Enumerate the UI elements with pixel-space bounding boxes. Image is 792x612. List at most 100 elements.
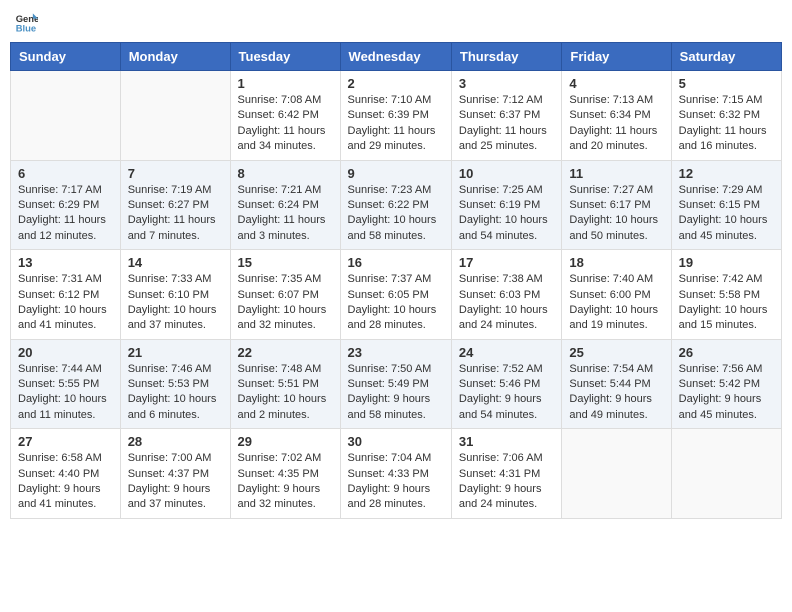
calendar-cell: 11 Sunrise: 7:27 AMSunset: 6:17 PMDayligh… <box>562 160 671 250</box>
day-number: 20 <box>18 345 113 360</box>
column-header-monday: Monday <box>120 43 230 71</box>
day-info: Sunrise: 7:54 AMSunset: 5:44 PMDaylight:… <box>569 362 663 424</box>
calendar-cell <box>671 429 781 519</box>
calendar-cell: 7 Sunrise: 7:19 AMSunset: 6:27 PMDaylight… <box>120 160 230 250</box>
day-number: 17 <box>459 255 554 270</box>
calendar-cell: 30 Sunrise: 7:04 AMSunset: 4:33 PMDayligh… <box>340 429 451 519</box>
day-info: Sunrise: 7:50 AMSunset: 5:49 PMDaylight:… <box>348 362 444 424</box>
calendar-table: SundayMondayTuesdayWednesdayThursdayFrid… <box>10 42 782 519</box>
day-info: Sunrise: 7:06 AMSunset: 4:31 PMDaylight:… <box>459 451 554 513</box>
calendar-cell: 26 Sunrise: 7:56 AMSunset: 5:42 PMDayligh… <box>671 339 781 429</box>
day-number: 10 <box>459 166 554 181</box>
day-number: 14 <box>128 255 223 270</box>
day-info: Sunrise: 7:08 AMSunset: 6:42 PMDaylight:… <box>238 93 333 155</box>
calendar-week-3: 13 Sunrise: 7:31 AMSunset: 6:12 PMDayligh… <box>11 250 782 340</box>
calendar-cell: 3 Sunrise: 7:12 AMSunset: 6:37 PMDaylight… <box>451 71 561 161</box>
logo-icon: General Blue <box>14 10 38 34</box>
day-info: Sunrise: 7:31 AMSunset: 6:12 PMDaylight:… <box>18 272 113 334</box>
day-info: Sunrise: 7:52 AMSunset: 5:46 PMDaylight:… <box>459 362 554 424</box>
calendar-cell: 22Sunrise: 7:48 AMSunset: 5:51 PMDayligh… <box>230 339 340 429</box>
column-header-saturday: Saturday <box>671 43 781 71</box>
calendar-cell: 27 Sunrise: 6:58 AMSunset: 4:40 PMDayligh… <box>11 429 121 519</box>
calendar-cell: 20 Sunrise: 7:44 AMSunset: 5:55 PMDayligh… <box>11 339 121 429</box>
column-header-tuesday: Tuesday <box>230 43 340 71</box>
day-number: 16 <box>348 255 444 270</box>
calendar-cell: 25 Sunrise: 7:54 AMSunset: 5:44 PMDayligh… <box>562 339 671 429</box>
calendar-cell: 1 Sunrise: 7:08 AMSunset: 6:42 PMDaylight… <box>230 71 340 161</box>
calendar-cell: 24 Sunrise: 7:52 AMSunset: 5:46 PMDayligh… <box>451 339 561 429</box>
day-number: 24 <box>459 345 554 360</box>
day-info: Sunrise: 7:12 AMSunset: 6:37 PMDaylight:… <box>459 93 554 155</box>
calendar-week-4: 20 Sunrise: 7:44 AMSunset: 5:55 PMDayligh… <box>11 339 782 429</box>
calendar-cell: 12Sunrise: 7:29 AMSunset: 6:15 PMDayligh… <box>671 160 781 250</box>
day-number: 5 <box>679 76 774 91</box>
calendar-cell: 5 Sunrise: 7:15 AMSunset: 6:32 PMDaylight… <box>671 71 781 161</box>
calendar-cell <box>11 71 121 161</box>
day-number: 11 <box>569 166 663 181</box>
day-info: Sunrise: 7:04 AMSunset: 4:33 PMDaylight:… <box>348 451 444 513</box>
day-info: Sunrise: 7:29 AMSunset: 6:15 PMDaylight:… <box>679 183 774 245</box>
calendar-cell: 15 Sunrise: 7:35 AMSunset: 6:07 PMDayligh… <box>230 250 340 340</box>
calendar-cell: 17 Sunrise: 7:38 AMSunset: 6:03 PMDayligh… <box>451 250 561 340</box>
day-number: 25 <box>569 345 663 360</box>
day-number: 3 <box>459 76 554 91</box>
day-info: Sunrise: 7:38 AMSunset: 6:03 PMDaylight:… <box>459 272 554 334</box>
day-number: 4 <box>569 76 663 91</box>
calendar-cell: 6 Sunrise: 7:17 AMSunset: 6:29 PMDaylight… <box>11 160 121 250</box>
calendar-cell <box>120 71 230 161</box>
day-number: 26 <box>679 345 774 360</box>
day-info: Sunrise: 7:25 AMSunset: 6:19 PMDaylight:… <box>459 183 554 245</box>
day-info: Sunrise: 7:27 AMSunset: 6:17 PMDaylight:… <box>569 183 663 245</box>
calendar-cell: 8Sunrise: 7:21 AMSunset: 6:24 PMDaylight… <box>230 160 340 250</box>
day-number: 31 <box>459 434 554 449</box>
day-info: Sunrise: 7:17 AMSunset: 6:29 PMDaylight:… <box>18 183 113 245</box>
day-info: Sunrise: 7:48 AMSunset: 5:51 PMDaylight:… <box>238 362 333 424</box>
day-info: Sunrise: 7:35 AMSunset: 6:07 PMDaylight:… <box>238 272 333 334</box>
day-info: Sunrise: 7:37 AMSunset: 6:05 PMDaylight:… <box>348 272 444 334</box>
day-number: 15 <box>238 255 333 270</box>
day-number: 1 <box>238 76 333 91</box>
day-number: 9 <box>348 166 444 181</box>
day-number: 23 <box>348 345 444 360</box>
day-info: Sunrise: 7:44 AMSunset: 5:55 PMDaylight:… <box>18 362 113 424</box>
calendar-header-row: SundayMondayTuesdayWednesdayThursdayFrid… <box>11 43 782 71</box>
column-header-sunday: Sunday <box>11 43 121 71</box>
day-info: Sunrise: 7:15 AMSunset: 6:32 PMDaylight:… <box>679 93 774 155</box>
day-number: 7 <box>128 166 223 181</box>
column-header-wednesday: Wednesday <box>340 43 451 71</box>
calendar-cell: 29Sunrise: 7:02 AMSunset: 4:35 PMDayligh… <box>230 429 340 519</box>
calendar-week-2: 6 Sunrise: 7:17 AMSunset: 6:29 PMDaylight… <box>11 160 782 250</box>
calendar-cell: 4Sunrise: 7:13 AMSunset: 6:34 PMDaylight… <box>562 71 671 161</box>
day-number: 30 <box>348 434 444 449</box>
calendar-cell: 16 Sunrise: 7:37 AMSunset: 6:05 PMDayligh… <box>340 250 451 340</box>
calendar-cell: 21Sunrise: 7:46 AMSunset: 5:53 PMDayligh… <box>120 339 230 429</box>
day-info: Sunrise: 7:00 AMSunset: 4:37 PMDaylight:… <box>128 451 223 513</box>
day-info: Sunrise: 7:19 AMSunset: 6:27 PMDaylight:… <box>128 183 223 245</box>
day-info: Sunrise: 7:33 AMSunset: 6:10 PMDaylight:… <box>128 272 223 334</box>
day-number: 13 <box>18 255 113 270</box>
day-number: 29 <box>238 434 333 449</box>
calendar-cell: 19Sunrise: 7:42 AMSunset: 5:58 PMDayligh… <box>671 250 781 340</box>
day-number: 6 <box>18 166 113 181</box>
column-header-thursday: Thursday <box>451 43 561 71</box>
calendar-week-5: 27 Sunrise: 6:58 AMSunset: 4:40 PMDayligh… <box>11 429 782 519</box>
page-header: General Blue <box>10 10 782 34</box>
day-info: Sunrise: 7:23 AMSunset: 6:22 PMDaylight:… <box>348 183 444 245</box>
day-info: Sunrise: 7:40 AMSunset: 6:00 PMDaylight:… <box>569 272 663 334</box>
day-info: Sunrise: 7:21 AMSunset: 6:24 PMDaylight:… <box>238 183 333 245</box>
day-number: 27 <box>18 434 113 449</box>
calendar-week-1: 1 Sunrise: 7:08 AMSunset: 6:42 PMDaylight… <box>11 71 782 161</box>
calendar-cell: 13 Sunrise: 7:31 AMSunset: 6:12 PMDayligh… <box>11 250 121 340</box>
logo: General Blue <box>14 10 38 34</box>
calendar-cell: 23 Sunrise: 7:50 AMSunset: 5:49 PMDayligh… <box>340 339 451 429</box>
day-info: Sunrise: 7:10 AMSunset: 6:39 PMDaylight:… <box>348 93 444 155</box>
calendar-cell: 2 Sunrise: 7:10 AMSunset: 6:39 PMDaylight… <box>340 71 451 161</box>
day-info: Sunrise: 7:56 AMSunset: 5:42 PMDaylight:… <box>679 362 774 424</box>
calendar-cell: 31 Sunrise: 7:06 AMSunset: 4:31 PMDayligh… <box>451 429 561 519</box>
day-info: Sunrise: 6:58 AMSunset: 4:40 PMDaylight:… <box>18 451 113 513</box>
day-info: Sunrise: 7:46 AMSunset: 5:53 PMDaylight:… <box>128 362 223 424</box>
svg-text:Blue: Blue <box>16 22 36 33</box>
day-number: 18 <box>569 255 663 270</box>
day-number: 2 <box>348 76 444 91</box>
day-number: 28 <box>128 434 223 449</box>
